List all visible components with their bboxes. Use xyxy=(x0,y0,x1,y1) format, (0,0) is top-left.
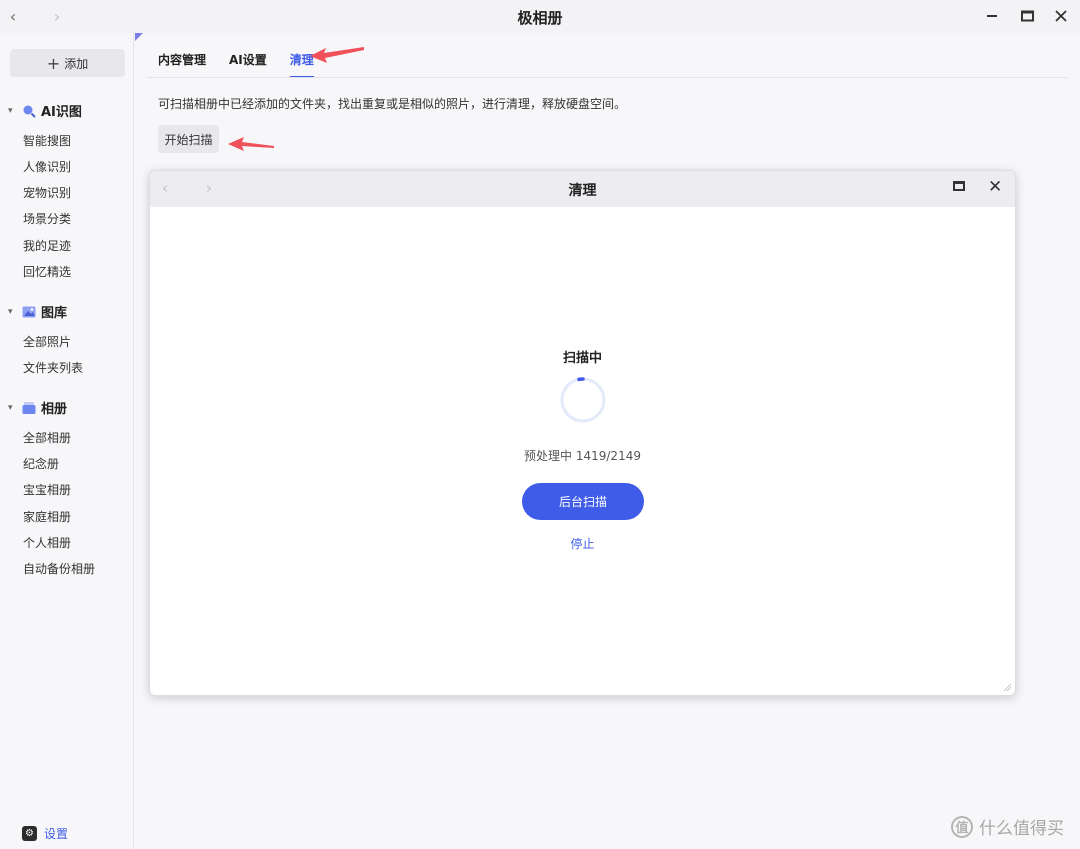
sidebar-item-footprint[interactable]: 我的足迹 xyxy=(23,237,71,254)
tab-divider xyxy=(147,77,1068,78)
annotation-arrow-icon xyxy=(310,47,364,63)
sidebar-group-label: AI识图 xyxy=(41,105,82,120)
start-scan-button[interactable]: 开始扫描 xyxy=(158,125,219,153)
sidebar-group-label: 相册 xyxy=(41,402,68,417)
dialog-title: 清理 xyxy=(568,183,597,199)
add-button-label: 添加 xyxy=(64,56,89,71)
maximize-icon xyxy=(1020,10,1034,22)
watermark-logo-icon: 值 xyxy=(951,815,973,838)
sidebar-item-pet[interactable]: 宠物识别 xyxy=(23,184,71,201)
sidebar-item-family[interactable]: 家庭相册 xyxy=(23,508,71,525)
sidebar-item-memories[interactable]: 回忆精选 xyxy=(23,263,71,280)
tab-content-management[interactable]: 内容管理 xyxy=(158,51,206,77)
maximize-button[interactable] xyxy=(1018,7,1036,25)
app-title: 极相册 xyxy=(517,9,563,27)
sidebar-item-scene[interactable]: 场景分类 xyxy=(23,210,71,227)
progress-text: 预处理中 1419/2149 xyxy=(524,449,641,463)
title-bar: ‹ › 极相册 xyxy=(0,0,1080,33)
loading-spinner-icon xyxy=(560,377,606,423)
sidebar-item-folder-list[interactable]: 文件夹列表 xyxy=(23,359,83,376)
scan-status-title: 扫描中 xyxy=(562,351,602,366)
dialog-title-bar: ‹ › 清理 ✕ xyxy=(150,171,1015,207)
settings-label: 设置 xyxy=(44,827,69,841)
sidebar-group-ai[interactable]: ▾ AI识图 xyxy=(8,101,82,120)
gear-icon: ⚙ xyxy=(22,826,37,841)
close-icon xyxy=(1055,10,1067,22)
background-scan-button[interactable]: 后台扫描 xyxy=(522,483,644,520)
settings-button[interactable]: ⚙ 设置 xyxy=(22,825,68,842)
album-icon xyxy=(22,401,36,414)
sidebar-group-albums[interactable]: ▾ 相册 xyxy=(8,398,67,417)
sidebar-item-personal[interactable]: 个人相册 xyxy=(23,534,71,551)
sidebar: + 添加 ▾ AI识图 智能搜图 人像识别 宠物识别 场景分类 我的足迹 回忆精… xyxy=(0,33,134,849)
minimize-icon xyxy=(987,15,997,17)
sidebar-group-label: 图库 xyxy=(41,306,68,321)
annotation-arrow-icon xyxy=(228,137,274,151)
add-button[interactable]: + 添加 xyxy=(10,49,125,77)
plus-icon: + xyxy=(46,53,61,73)
sidebar-item-face[interactable]: 人像识别 xyxy=(23,158,71,175)
sidebar-item-smart-search[interactable]: 智能搜图 xyxy=(23,132,71,149)
dialog-maximize-icon[interactable] xyxy=(953,181,965,191)
watermark: 值 什么值得买 xyxy=(951,814,1064,839)
sidebar-item-memorial[interactable]: 纪念册 xyxy=(23,455,59,472)
resize-handle-icon[interactable] xyxy=(1002,682,1012,692)
chevron-down-icon: ▾ xyxy=(8,402,13,413)
minimize-button[interactable] xyxy=(983,7,1001,25)
cleanup-dialog: ‹ › 清理 ✕ 扫描中 预处理中 1419/2149 后台扫描 停止 xyxy=(149,170,1016,696)
sidebar-group-gallery[interactable]: ▾ 图库 xyxy=(8,302,67,321)
image-gallery-icon xyxy=(22,306,36,317)
sidebar-item-all-albums[interactable]: 全部相册 xyxy=(23,429,71,446)
sidebar-item-baby[interactable]: 宝宝相册 xyxy=(23,481,71,498)
sidebar-item-auto-backup[interactable]: 自动备份相册 xyxy=(23,560,95,577)
sidebar-item-all-photos[interactable]: 全部照片 xyxy=(23,333,71,350)
tab-ai-settings[interactable]: AI设置 xyxy=(229,51,267,77)
stop-link[interactable]: 停止 xyxy=(150,535,1015,552)
cleanup-description: 可扫描相册中已经添加的文件夹，找出重复或是相似的照片，进行清理，释放硬盘空间。 xyxy=(158,97,627,111)
chevron-down-icon: ▾ xyxy=(8,306,13,317)
close-button[interactable] xyxy=(1052,7,1070,25)
dialog-close-icon[interactable]: ✕ xyxy=(988,177,1002,197)
watermark-text: 什么值得买 xyxy=(979,819,1064,839)
magnifier-icon xyxy=(23,105,36,118)
corner-marker xyxy=(135,33,143,41)
chevron-down-icon: ▾ xyxy=(8,105,13,116)
